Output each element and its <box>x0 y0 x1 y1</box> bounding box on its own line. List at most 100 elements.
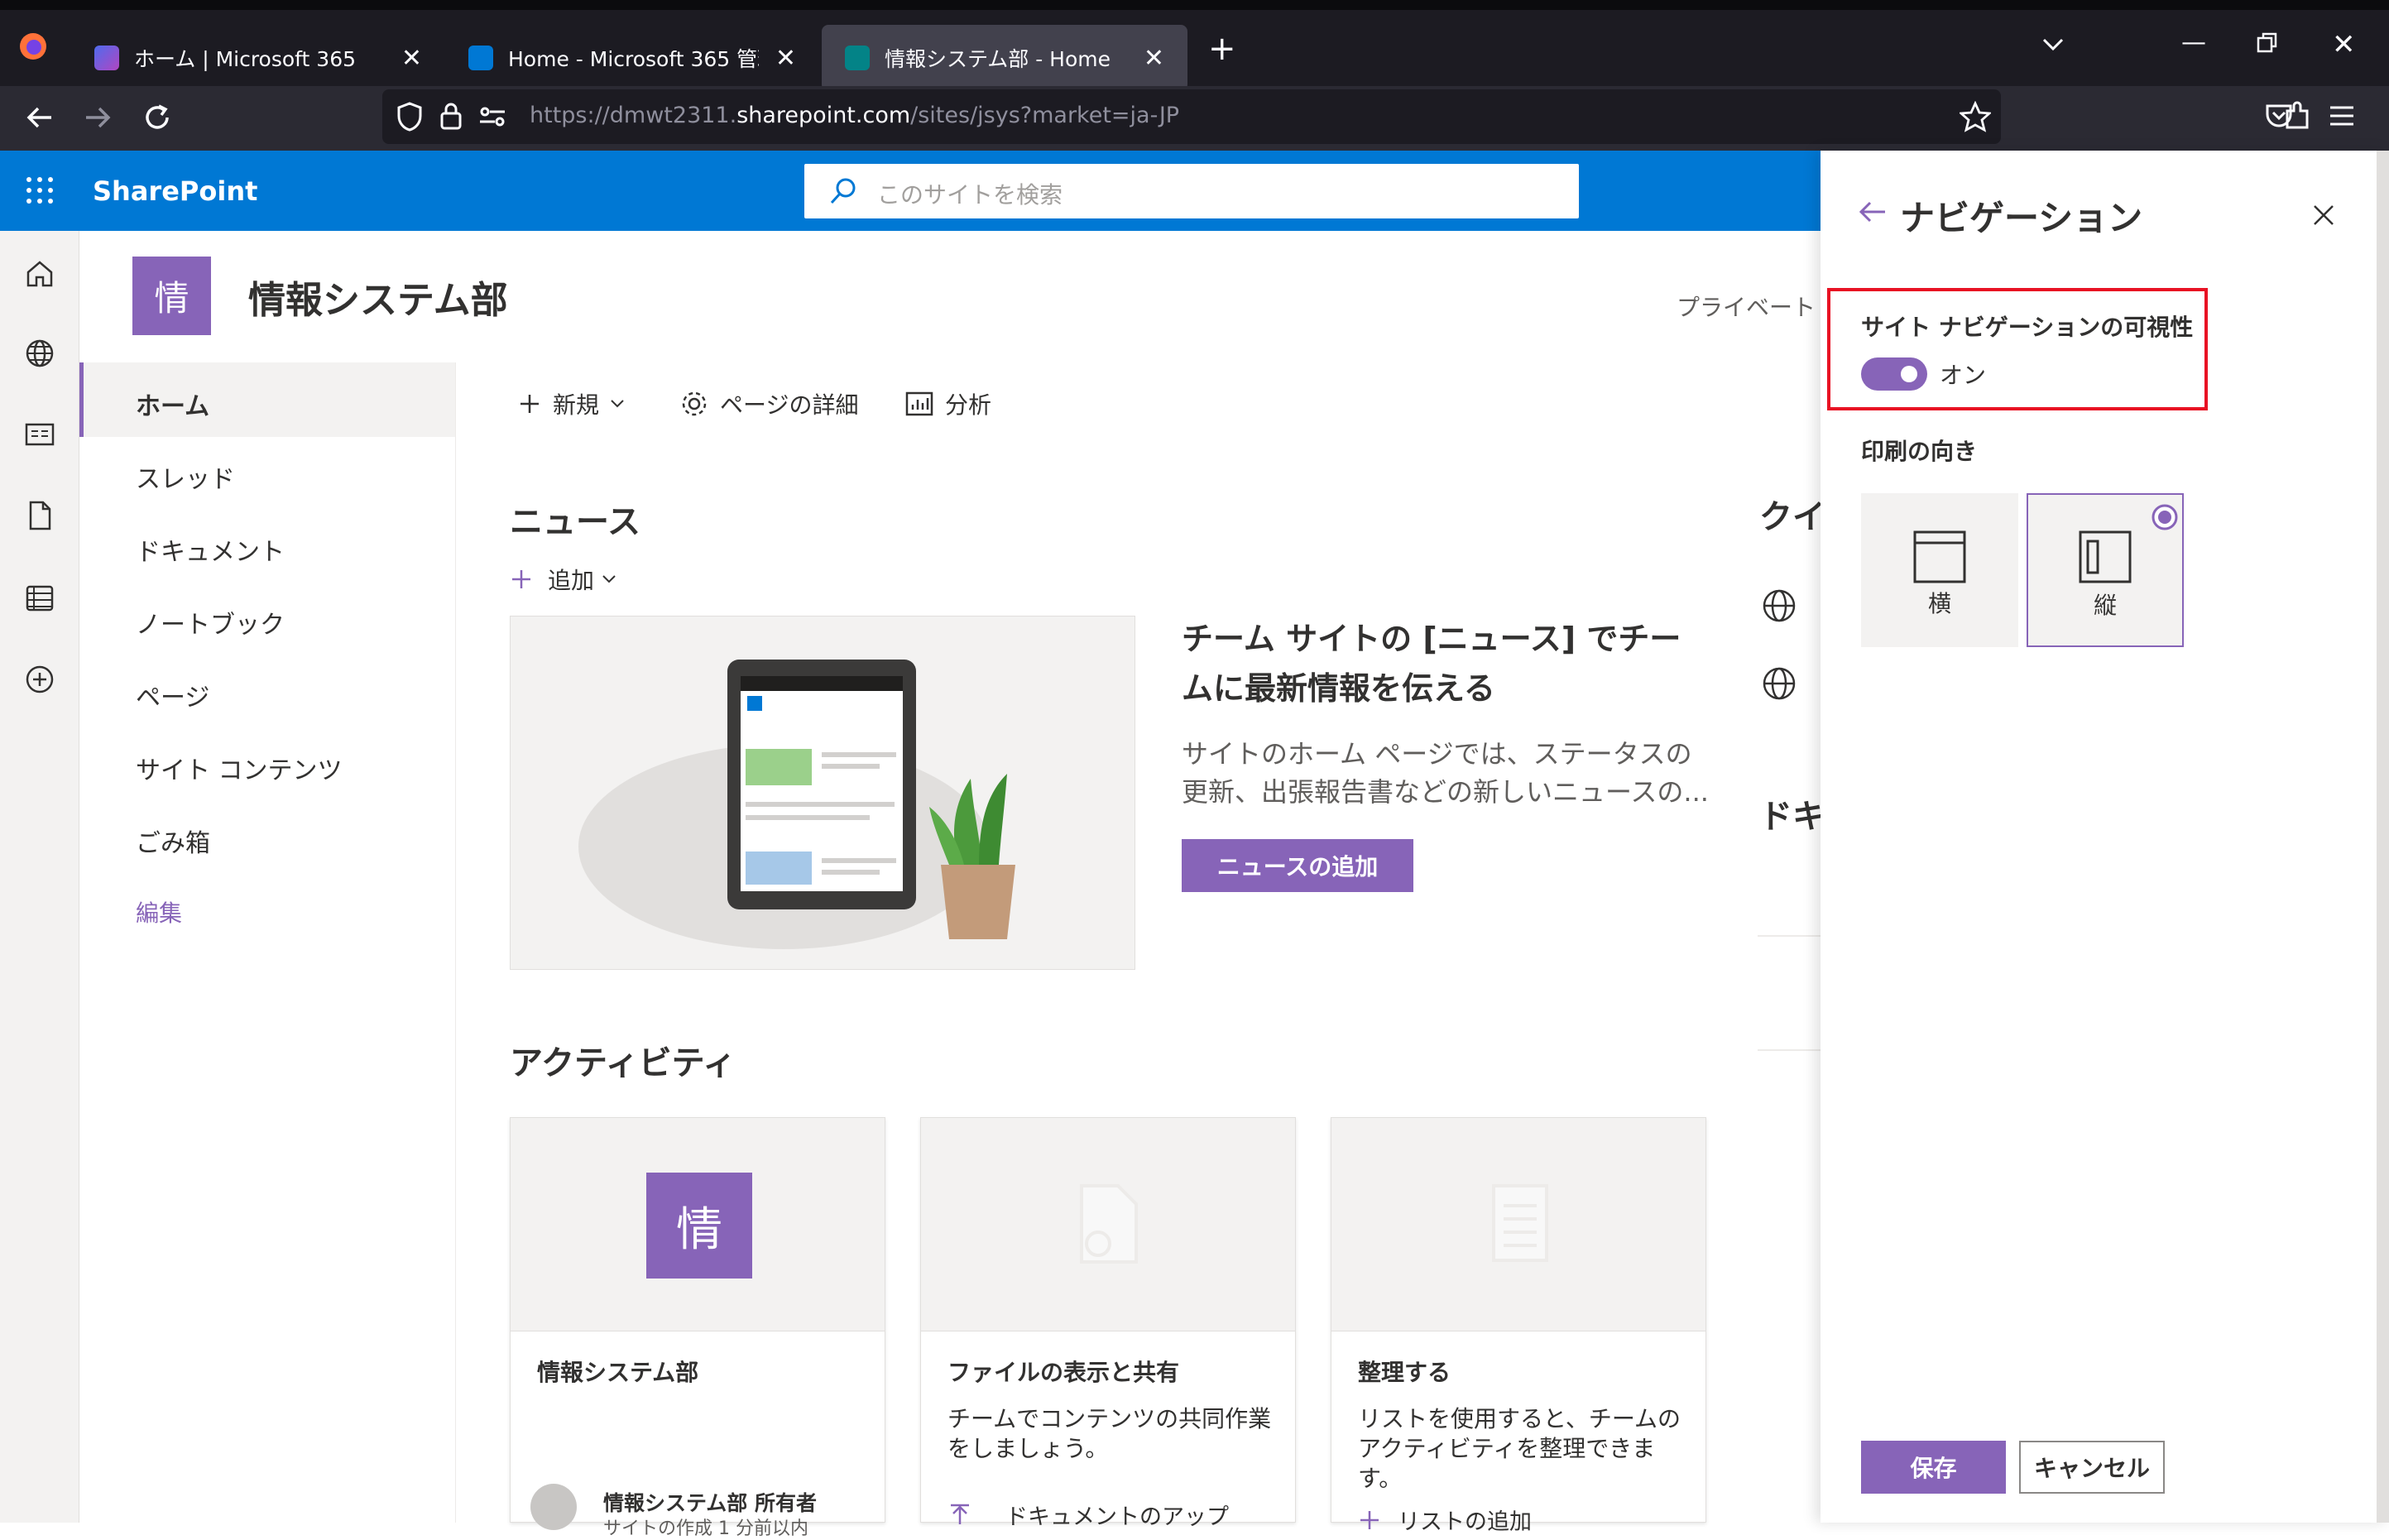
url-text[interactable]: https://dmwt2311.sharepoint.com/sites/js… <box>530 103 1179 128</box>
documents-heading: ドキ <box>1759 798 1821 836</box>
divider <box>1758 935 1821 937</box>
admin-center-icon <box>468 46 493 70</box>
window-close-icon[interactable]: ✕ <box>2332 28 2356 61</box>
page-scrollbar[interactable] <box>2377 151 2389 1523</box>
file-icon[interactable] <box>23 499 56 532</box>
activity-card-site[interactable]: 情 情報システム部 情報システム部 所有者 サイトの作成 1 分前以内 <box>510 1117 885 1539</box>
nav-item-pages[interactable]: ページ <box>136 677 209 713</box>
close-tab-icon[interactable]: ✕ <box>1144 44 1164 73</box>
tab-label: Home - Microsoft 365 管理セン <box>508 47 759 71</box>
news-icon[interactable] <box>23 418 56 451</box>
card-preview: 情 <box>511 1118 885 1331</box>
card-site-logo: 情 <box>646 1173 752 1279</box>
browser-tab-bar: ホーム | Microsoft 365 ✕ Home - Microsoft 3… <box>0 0 2389 91</box>
gear-icon <box>682 391 707 416</box>
new-tab-icon[interactable]: + <box>1208 30 1236 68</box>
quick-links-heading: クイ <box>1759 498 1821 536</box>
back-icon[interactable] <box>23 101 56 134</box>
vertical-layout-icon <box>2078 530 2132 584</box>
tab-label: ホーム | Microsoft 365 <box>134 47 357 71</box>
extensions-icon[interactable] <box>2282 99 2312 132</box>
globe-icon[interactable] <box>1761 665 1797 702</box>
news-add-button[interactable]: 追加 <box>510 563 617 596</box>
orientation-horizontal-option[interactable]: 横 <box>1861 493 2018 647</box>
add-list-link[interactable]: リストの追加 <box>1358 1504 1532 1536</box>
nav-item-notebook[interactable]: ノートブック <box>136 604 285 640</box>
tab-label: 情報システム部 - Home <box>885 47 1111 71</box>
home-icon[interactable] <box>23 257 56 290</box>
nav-item-documents[interactable]: ドキュメント <box>136 531 285 568</box>
close-tab-icon[interactable]: ✕ <box>775 44 796 73</box>
site-logo[interactable]: 情 <box>132 257 211 335</box>
site-privacy-label: プライベート <box>1677 294 1816 321</box>
orientation-vertical-label: 縦 <box>2093 592 2117 619</box>
tab-microsoft365-home[interactable]: ホーム | Microsoft 365 ✕ <box>71 25 445 91</box>
forward-icon[interactable] <box>81 101 114 134</box>
orientation-vertical-option[interactable]: 縦 <box>2027 493 2184 647</box>
tracking-protection-icon[interactable] <box>396 101 424 132</box>
news-headline: チーム サイトの [ニュース] でチームに最新情報を伝える <box>1182 621 1681 707</box>
card-title: 整理する <box>1358 1359 1451 1386</box>
minimize-icon[interactable]: — <box>2181 28 2206 57</box>
save-button[interactable]: 保存 <box>1861 1441 2006 1494</box>
sharepoint-app-name[interactable]: SharePoint <box>93 175 257 207</box>
add-news-button[interactable]: ニュースの追加 <box>1182 839 1413 892</box>
activity-card-organize[interactable]: 整理する リストを使用すると、チームのアクティビティを整理できます。 リストの追… <box>1331 1117 1706 1535</box>
analytics-command[interactable]: 分析 <box>905 387 991 420</box>
menu-icon[interactable] <box>2327 101 2357 131</box>
visibility-state: オン <box>1940 362 1987 389</box>
restore-icon[interactable] <box>2256 31 2279 55</box>
news-heading: ニュース <box>510 503 640 541</box>
print-orientation-label: 印刷の向き <box>1861 438 1978 465</box>
nav-item-site-contents[interactable]: サイト コンテンツ <box>136 750 343 786</box>
card-preview <box>921 1118 1295 1331</box>
horizontal-layout-icon <box>1912 530 1967 584</box>
site-title[interactable]: 情報システム部 <box>248 270 508 324</box>
sharepoint-icon <box>845 46 870 70</box>
nav-edit-link[interactable]: 編集 <box>136 895 182 928</box>
nav-item-home[interactable]: ホーム <box>136 386 209 422</box>
tab-site-home[interactable]: 情報システム部 - Home ✕ <box>822 25 1187 91</box>
card-action: ドキュメントのアップ <box>1005 1504 1229 1530</box>
cancel-button[interactable]: キャンセル <box>2019 1441 2165 1494</box>
card-title: 情報システム部 <box>537 1359 699 1386</box>
document-share-icon <box>1073 1183 1143 1265</box>
panel-title: ナビゲーション <box>1900 198 2143 238</box>
globe-icon[interactable] <box>23 337 56 370</box>
close-tab-icon[interactable]: ✕ <box>401 44 422 73</box>
globe-icon[interactable] <box>1761 588 1797 624</box>
url-domain: sharepoint.com <box>736 103 911 128</box>
card-preview <box>1331 1118 1705 1331</box>
visibility-label: サイト ナビゲーションの可視性 <box>1861 314 2194 341</box>
permissions-icon[interactable] <box>478 104 506 129</box>
reload-icon[interactable] <box>141 101 174 134</box>
site-search-box[interactable]: このサイトを検索 <box>804 164 1579 218</box>
selected-radio-icon <box>2151 503 2179 531</box>
page-details-command[interactable]: ページの詳細 <box>680 387 858 420</box>
app-launcher-icon[interactable] <box>25 175 55 205</box>
tab-list-chevron-icon[interactable] <box>2041 36 2065 53</box>
address-bar[interactable]: https://dmwt2311.sharepoint.com/sites/js… <box>382 89 2001 144</box>
upload-document-link[interactable]: ドキュメントのアップ <box>947 1499 1229 1531</box>
nav-item-recycle-bin[interactable]: ごみ箱 <box>136 823 210 859</box>
create-icon[interactable] <box>23 663 56 696</box>
quick-links-partial: クイ ドキ <box>1758 490 1821 1069</box>
list-document-icon <box>1490 1183 1550 1265</box>
news-body: サイトのホーム ページでは、ステータスの更新、出張報告書などの新しいニュースの.… <box>1182 738 1709 808</box>
url-prefix: https://dmwt2311. <box>530 103 737 128</box>
list-icon[interactable] <box>23 582 56 615</box>
activity-card-files[interactable]: ファイルの表示と共有 チームでコンテンツの共同作業をしましょう。 ドキュメントの… <box>920 1117 1296 1530</box>
visibility-toggle[interactable] <box>1861 357 1927 391</box>
divider <box>1758 1049 1821 1051</box>
lock-icon[interactable] <box>439 101 463 131</box>
upload-icon <box>951 1504 969 1524</box>
card-action: リストの追加 <box>1398 1509 1532 1535</box>
firefox-icon[interactable] <box>17 30 50 63</box>
nav-item-threads[interactable]: スレッド <box>136 458 235 495</box>
tab-admin-center[interactable]: Home - Microsoft 365 管理セン ✕ <box>445 25 819 91</box>
close-panel-icon[interactable] <box>2312 204 2335 227</box>
orientation-horizontal-label: 横 <box>1927 590 1951 617</box>
back-arrow-icon[interactable] <box>1857 199 1888 225</box>
bookmark-star-icon[interactable] <box>1960 101 1991 132</box>
new-command[interactable]: 新規 <box>518 387 626 420</box>
